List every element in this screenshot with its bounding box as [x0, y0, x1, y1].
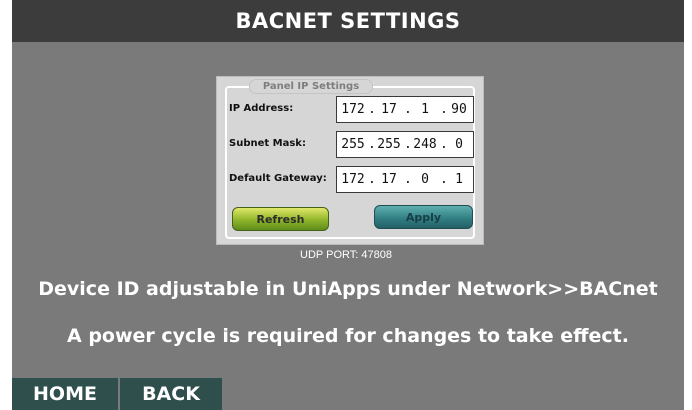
footer-nav: HOME BACK	[12, 378, 224, 410]
gateway-octet-1[interactable]: 172	[339, 172, 367, 187]
right-border	[684, 0, 692, 410]
panel-legend: Panel IP Settings	[249, 79, 373, 94]
ip-dot: .	[368, 172, 376, 187]
power-cycle-message: A power cycle is required for changes to…	[67, 325, 629, 347]
refresh-button[interactable]: Refresh	[232, 207, 329, 231]
default-gateway-field[interactable]: 172 . 17 . 0 . 1	[336, 166, 474, 193]
ip-dot: .	[404, 172, 412, 187]
subnet-mask-field[interactable]: 255 . 255 . 248 . 0	[336, 131, 474, 158]
ip-octet-4[interactable]: 90	[445, 102, 473, 117]
ip-address-label: IP Address:	[229, 103, 294, 114]
subnet-octet-2[interactable]: 255	[375, 137, 403, 152]
subnet-octet-1[interactable]: 255	[339, 137, 367, 152]
ip-dot: .	[404, 102, 412, 117]
ip-octet-1[interactable]: 172	[339, 102, 367, 117]
ip-octet-3[interactable]: 1	[411, 102, 439, 117]
apply-button[interactable]: Apply	[374, 205, 473, 229]
ip-octet-2[interactable]: 17	[375, 102, 403, 117]
default-gateway-label: Default Gateway:	[229, 173, 327, 184]
udp-port-text: UDP PORT: 47808	[300, 249, 392, 261]
bacnet-settings-screen: BACNET SETTINGS Panel IP Settings IP Add…	[0, 0, 692, 410]
subnet-octet-4[interactable]: 0	[445, 137, 473, 152]
ip-dot: .	[404, 137, 412, 152]
device-id-message: Device ID adjustable in UniApps under Ne…	[38, 278, 658, 300]
home-button[interactable]: HOME	[12, 378, 120, 410]
header-bar: BACNET SETTINGS	[12, 0, 684, 42]
back-button[interactable]: BACK	[120, 378, 224, 410]
ip-dot: .	[368, 102, 376, 117]
subnet-mask-label: Subnet Mask:	[229, 138, 306, 149]
left-border	[0, 0, 12, 410]
gateway-octet-3[interactable]: 0	[411, 172, 439, 187]
ip-dot: .	[368, 137, 376, 152]
panel-ip-settings: Panel IP Settings IP Address: 172 . 17 .…	[216, 76, 484, 245]
ip-address-field[interactable]: 172 . 17 . 1 . 90	[336, 96, 474, 123]
gateway-octet-4[interactable]: 1	[445, 172, 473, 187]
page-title: BACNET SETTINGS	[235, 9, 461, 33]
gateway-octet-2[interactable]: 17	[375, 172, 403, 187]
subnet-octet-3[interactable]: 248	[411, 137, 439, 152]
